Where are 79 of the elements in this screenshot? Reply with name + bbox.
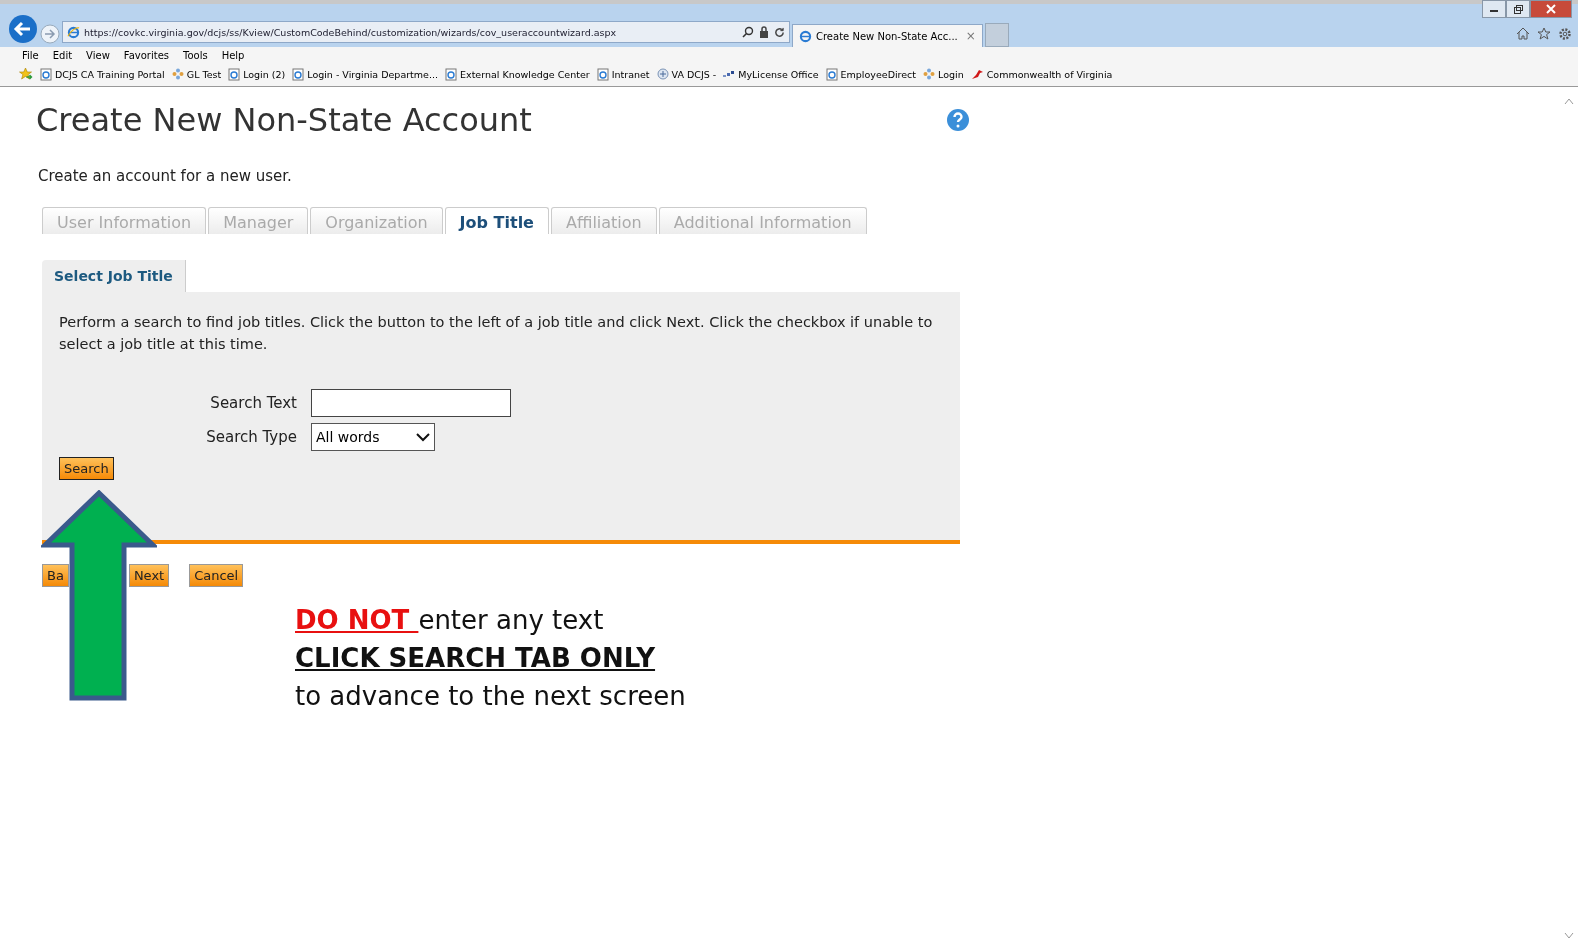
bookmark-link[interactable]: VA DCJS - <box>656 68 717 80</box>
close-window-button[interactable] <box>1530 0 1572 18</box>
bookmark-label: MyLicense Office <box>738 68 819 80</box>
page-icon <box>228 67 241 81</box>
bookmark-label: Login - Virginia Departme... <box>307 68 438 80</box>
bookmark-label: DCJS CA Training Portal <box>55 68 165 80</box>
field-label: Search Text <box>209 394 297 412</box>
plus-circle-icon <box>656 68 669 80</box>
bookmark-link[interactable]: GL Test <box>171 68 222 80</box>
menu-item[interactable]: File <box>22 50 39 61</box>
page-icon <box>40 67 52 81</box>
scroll-down-icon[interactable] <box>1564 932 1574 940</box>
bookmark-link[interactable]: EmployeeDirect <box>825 67 917 81</box>
bookmark-link[interactable]: External Knowledge Center <box>445 67 590 81</box>
flower-icon <box>171 68 184 80</box>
bookmark-label: Login (2) <box>243 68 286 80</box>
instructions-text: Perform a search to find job titles. Click the button to the left of a job title and click Next. Click the checkbox if unable to select a job title at this time. <box>59 313 934 354</box>
bookmark-link[interactable]: Intranet <box>596 67 650 81</box>
url-text: https://covkc.virginia.gov/dcjs/ss/Kview/CustomCodeBehind/customization/wizards/cov_useraccountwizard.aspx <box>84 26 618 38</box>
menu-item[interactable]: Tools <box>183 50 208 61</box>
page-icon <box>825 67 838 81</box>
dots-icon <box>723 70 736 78</box>
annotation-text: to advance to the next screen <box>295 681 686 711</box>
page-icon <box>596 67 609 81</box>
minimize-button[interactable] <box>1482 0 1506 18</box>
field-label: Search Type <box>205 428 297 446</box>
panel-tab[interactable]: Select Job Title <box>42 260 186 292</box>
help-icon[interactable] <box>946 108 970 132</box>
cardinal-icon <box>970 68 984 80</box>
back-button[interactable] <box>8 14 38 44</box>
page-icon <box>445 67 457 81</box>
search-icon <box>742 26 754 38</box>
search-text-field[interactable] <box>311 389 511 417</box>
lock-icon <box>759 26 769 38</box>
browser-tab[interactable]: Create New Non-State Acc... × <box>792 24 983 47</box>
favorites-star-icon[interactable] <box>18 67 33 81</box>
bookmark-label: External Knowledge Center <box>460 68 590 80</box>
scroll-up-icon[interactable] <box>1564 97 1574 105</box>
bookmark-link[interactable]: Login <box>923 68 964 80</box>
bookmark-link[interactable]: MyLicense Office <box>723 68 819 80</box>
ie-icon <box>799 29 812 43</box>
bookmark-link[interactable]: Login (2) <box>228 67 286 81</box>
menu-item[interactable]: View <box>86 50 110 61</box>
search-button[interactable]: Search <box>59 457 114 480</box>
wizard-button[interactable]: Ba <box>42 564 69 587</box>
warning-text: DO NOT <box>295 605 411 635</box>
wizard-button[interactable]: Cancel <box>189 564 244 587</box>
address-bar[interactable]: https://covkc.virginia.gov/dcjs/ss/Kview/CustomCodeBehind/customization/wizards/cov_useraccountwizard.aspx <box>62 21 790 43</box>
refresh-icon <box>774 26 785 38</box>
menu-item[interactable]: Help <box>221 50 245 61</box>
step-tab[interactable]: Job Title <box>444 207 549 234</box>
search-type-dropdown[interactable]: All words <box>311 423 435 451</box>
close-icon <box>1546 4 1556 14</box>
instruction-text: CLICK SEARCH TAB ONLY <box>295 643 656 673</box>
flower-icon <box>923 68 936 80</box>
chevron-down-icon <box>416 432 430 442</box>
bookmark-link[interactable]: DCJS CA Training Portal <box>40 67 165 81</box>
restore-button[interactable] <box>1506 0 1530 18</box>
bookmark-link[interactable]: Login - Virginia Departme... <box>292 67 438 81</box>
bookmark-label: Login <box>938 68 964 80</box>
ie-icon <box>67 25 80 39</box>
restore-icon <box>1513 4 1523 14</box>
menu-item[interactable]: Edit <box>52 50 73 61</box>
tab-title: Create New Non-State Acc... <box>816 30 958 42</box>
wizard-button[interactable]: Next <box>128 564 170 587</box>
close-tab-button[interactable]: × <box>965 29 976 43</box>
bookmark-label: Intranet <box>611 68 650 80</box>
forward-button[interactable] <box>40 24 60 44</box>
annotation-text: enter any text <box>418 605 604 635</box>
settings-icon[interactable] <box>1558 27 1572 41</box>
bookmark-label: EmployeeDirect <box>840 68 917 80</box>
bookmark-label: VA DCJS - <box>671 68 717 80</box>
bookmark-label: GL Test <box>186 68 222 80</box>
page-title: Create New Non-State Account <box>36 101 532 139</box>
menu-item[interactable]: Favorites <box>123 50 169 61</box>
page-icon <box>292 67 305 81</box>
star-icon[interactable] <box>1537 27 1551 41</box>
home-icon[interactable] <box>1516 27 1530 40</box>
intro-text: Create an account for a new user. <box>38 167 293 185</box>
